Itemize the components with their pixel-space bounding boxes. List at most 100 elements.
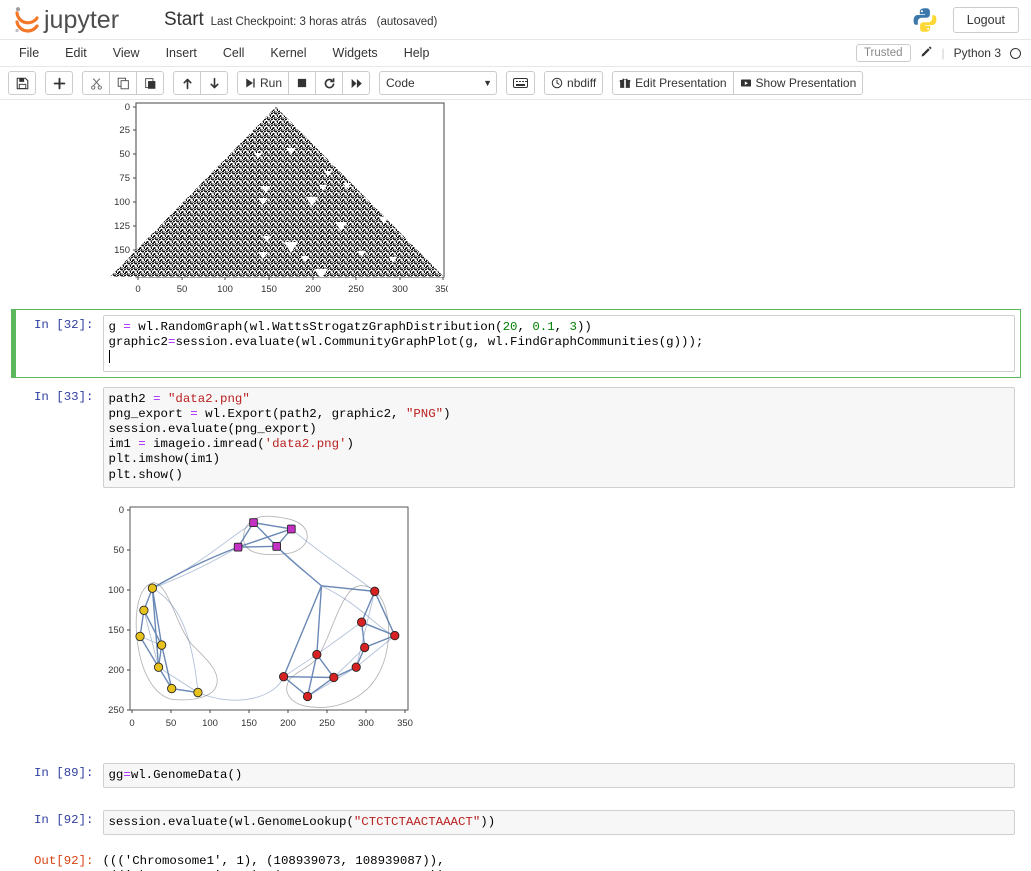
nbdiff-clock-icon [551,77,563,89]
stop-square-icon [297,78,307,88]
jupyter-logo-icon: jupyter [15,6,119,34]
svg-text:jupyter: jupyter [43,6,119,34]
save-floppy-icon [16,77,28,89]
show-presentation-button[interactable]: Show Presentation [732,71,864,95]
toolbar-group-move [173,71,228,95]
menu-help[interactable]: Help [391,40,443,66]
kernel-idle-indicator-icon [1010,47,1021,59]
notebook-scroll-area[interactable]: 0 25 50 75 100 125 150 175 [0,100,1031,871]
interrupt-kernel-button[interactable] [288,71,317,95]
code-cell-in-92[interactable]: In [92]: session.evaluate(wl.GenomeLooku… [11,804,1021,841]
insert-cell-below-button[interactable] [45,71,73,95]
community-graph-figure: 0 50 100 150 200 250 0 50 100 150 200 25… [102,503,1015,731]
input-prompt-89: In [89]: [34,765,94,780]
output-cell-figure-1: 0 25 50 75 100 125 150 175 [11,100,1021,303]
y2-tick-250: 250 [108,705,124,716]
toolbar-group-save [8,71,36,95]
show-presentation-label: Show Presentation [755,76,857,90]
code-cell-in-33[interactable]: In [33]: path2 = "data2.png" png_export … [11,381,1021,494]
cut-cell-button[interactable] [82,71,110,95]
output-cell-figure-2: 0 50 100 150 200 250 0 50 100 150 200 25… [11,498,1021,737]
command-palette-button[interactable] [506,71,536,95]
menu-widgets[interactable]: Widgets [320,40,391,66]
jupyter-logo[interactable]: jupyter [12,5,150,35]
arrow-up-icon [182,78,192,89]
code-line: path2 = "data2.png" [108,391,250,406]
cellular-automaton-xaxis-svg: 0 50 100 150 200 250 300 350 [135,284,448,295]
code-editor-92[interactable]: session.evaluate(wl.GenomeLookup("CTCTCT… [102,810,1015,836]
x2-tick-50: 50 [165,718,176,729]
output-text-92: ((('Chromosome1', 1), (108939073, 108939… [102,854,452,871]
input-prompt-33: In [33]: [34,389,94,404]
menu-cell[interactable]: Cell [210,40,258,66]
run-play-icon [246,78,255,88]
code-line: plt.imshow(im1) [108,452,221,467]
x2-tick-0: 0 [129,718,134,729]
toolbar-group-palette [506,71,536,95]
menubar: File Edit View Insert Cell Kernel Widget… [0,40,1031,67]
logout-button[interactable]: Logout [952,6,1019,33]
menu-view[interactable]: View [100,40,153,66]
menu-kernel[interactable]: Kernel [257,40,319,66]
code-editor-89[interactable]: gg=wl.GenomeData() [102,762,1015,789]
toolbar-group-clipboard [82,71,164,95]
x-tick-200: 200 [305,284,321,295]
y2-tick-200: 200 [108,665,124,676]
toolbar-group-presentation: Edit Presentation Show Presentation [612,71,864,95]
pencil-icon-glyph [921,46,932,57]
y-tick-125: 125 [114,221,130,232]
code-cell-in-89[interactable]: In [89]: gg=wl.GenomeData() [11,757,1021,794]
notebook-header: jupyter Start Last Checkpoint: 3 horas a… [0,0,1031,40]
move-cell-down-button[interactable] [200,71,228,95]
nbdiff-button[interactable]: nbdiff [544,71,604,95]
menu-edit[interactable]: Edit [52,40,100,66]
y-tick-100: 100 [114,197,130,208]
paste-cell-button[interactable] [136,71,164,95]
edit-presentation-button[interactable]: Edit Presentation [612,71,734,95]
x2-tick-150: 150 [241,718,257,729]
code-editor-33[interactable]: path2 = "data2.png" png_export = wl.Expo… [102,386,1015,488]
video-play-icon [740,79,751,87]
x-tick-300: 300 [392,284,408,295]
cell-type-select[interactable]: Code ▼ [379,71,498,95]
x2-tick-250: 250 [319,718,335,729]
restart-kernel-button[interactable] [315,71,344,95]
menu-insert[interactable]: Insert [153,40,210,66]
y2-tick-150: 150 [108,625,124,636]
code-line: gg=wl.GenomeData() [108,767,243,782]
x2-tick-200: 200 [280,718,296,729]
code-line: im1 = imageio.imread('data2.png') [108,437,354,452]
toolbar-group-nbdiff: nbdiff [544,71,604,95]
plus-icon [53,77,65,89]
move-cell-up-button[interactable] [173,71,201,95]
checkpoint-status: Last Checkpoint: 3 horas atrás [210,15,367,28]
paste-icon [144,77,155,89]
restart-and-run-all-button[interactable] [342,71,371,95]
copy-cell-button[interactable] [109,71,137,95]
menu-file[interactable]: File [6,40,52,66]
run-cell-button[interactable]: Run [237,71,290,95]
text-cursor [108,350,110,364]
y2-tick-0: 0 [118,505,123,516]
x-tick-150: 150 [261,284,277,295]
x-tick-250: 250 [348,284,364,295]
menubar-right-group: Trusted | Python 3 [855,40,1031,66]
output-prompt-blank-1 [17,101,103,119]
figure-2-wrapper: 0 50 100 150 200 250 0 50 100 150 200 25… [102,503,1015,731]
code-cell-in-32[interactable]: In [32]: g = wl.RandomGraph(wl.WattsStro… [10,309,1021,378]
arrow-down-icon [209,77,219,88]
save-button[interactable] [8,71,36,95]
x2-tick-300: 300 [358,718,374,729]
code-editor-32[interactable]: g = wl.RandomGraph(wl.WattsStrogatzGraph… [102,315,1015,372]
keyboard-icon [513,78,529,88]
copy-icon [117,77,129,89]
notebook-name[interactable]: Start [164,9,204,31]
kernel-name-label[interactable]: Python 3 [954,46,1001,60]
notebook-toolbar: Run Code ▼ nbdiff Edit Presentation Show… [0,67,1031,100]
notebook-title-group: Start Last Checkpoint: 3 horas atrás (au… [164,9,437,31]
trusted-badge[interactable]: Trusted [855,44,911,62]
edit-pencil-icon[interactable] [920,45,933,61]
restart-circle-arrow-icon [324,77,334,88]
cellular-automaton-svg: 0 25 50 75 100 125 150 175 [109,102,445,280]
x-tick-0: 0 [135,284,140,295]
